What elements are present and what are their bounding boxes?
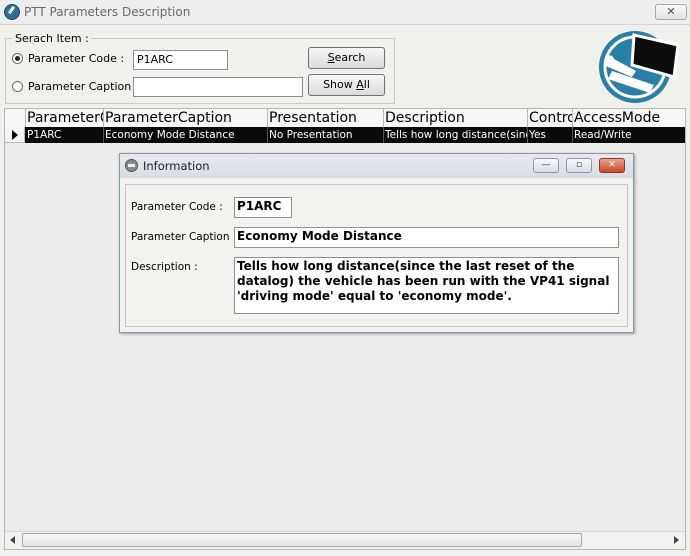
column-header[interactable]: Presentation <box>268 109 384 127</box>
row-pointer-icon <box>5 127 25 143</box>
dialog-body: Parameter Code : P1ARC Parameter Caption… <box>125 184 628 327</box>
param-caption-label: Parameter Caption : <box>28 80 139 93</box>
scroll-right-icon[interactable] <box>669 534 682 547</box>
param-code-label: Parameter Code : <box>28 52 125 65</box>
horizontal-scrollbar[interactable] <box>5 531 685 549</box>
search-group-legend: Serach Item : <box>13 32 91 45</box>
scroll-thumb[interactable] <box>22 533 582 547</box>
wrench-laptop-icon <box>599 31 680 103</box>
column-header[interactable]: ParameterCode <box>26 109 104 127</box>
information-dialog: Information — ▫ ✕ Parameter Code : P1ARC… <box>119 153 634 333</box>
title-bar: PTT Parameters Description ✕ <box>0 0 690 25</box>
dialog-code-label: Parameter Code : <box>131 201 223 213</box>
show-all-button-prefix: Show <box>323 78 357 91</box>
dialog-close-button[interactable]: ✕ <box>599 158 625 173</box>
maximize-button[interactable]: ▫ <box>566 158 592 173</box>
dialog-description-field[interactable]: Tells how long distance(since the last r… <box>234 257 619 314</box>
param-code-radio[interactable] <box>12 53 23 64</box>
header-corner <box>5 109 26 127</box>
dialog-title: Information <box>143 159 210 173</box>
cell-control[interactable]: Yes <box>528 127 573 143</box>
minimize-button[interactable]: — <box>533 158 559 173</box>
dialog-description-label: Description : <box>131 261 198 273</box>
column-header[interactable]: AccessMode <box>573 109 685 127</box>
scroll-left-icon[interactable] <box>7 534 20 547</box>
dialog-code-field[interactable]: P1ARC <box>234 197 292 218</box>
cell-description[interactable]: Tells how long distance(since the last r… <box>384 127 528 143</box>
param-caption-input[interactable] <box>133 77 303 97</box>
app-icon <box>4 4 20 20</box>
dialog-caption-field[interactable]: Economy Mode Distance <box>234 227 619 248</box>
dialog-title-bar: Information — ▫ ✕ <box>120 154 633 178</box>
column-header[interactable]: ParameterCaption <box>104 109 268 127</box>
table-row[interactable]: P1ARC Economy Mode Distance No Presentat… <box>5 127 685 143</box>
cell-access-mode[interactable]: Read/Write <box>573 127 685 143</box>
cell-parameter-caption[interactable]: Economy Mode Distance <box>104 127 268 143</box>
grid-header: ParameterCode ParameterCaption Presentat… <box>5 109 685 128</box>
cell-parameter-code[interactable]: P1ARC <box>26 127 104 143</box>
column-header[interactable]: Description <box>384 109 528 127</box>
window-title: PTT Parameters Description <box>24 5 191 19</box>
column-header[interactable]: Control <box>528 109 573 127</box>
search-button-hotkey: S <box>327 51 335 64</box>
search-button[interactable]: Search <box>308 47 385 69</box>
show-all-button[interactable]: Show All <box>308 74 385 96</box>
volvo-icon <box>125 159 138 172</box>
window-close-button[interactable]: ✕ <box>655 4 687 20</box>
search-button-label: earch <box>334 51 366 64</box>
param-code-input[interactable]: P1ARC <box>133 50 228 70</box>
dialog-caption-label: Parameter Caption : <box>131 231 237 243</box>
show-all-button-hotkey: A <box>356 78 364 91</box>
param-caption-radio[interactable] <box>12 81 23 92</box>
cell-presentation[interactable]: No Presentation <box>268 127 384 143</box>
show-all-button-rest: ll <box>363 78 370 91</box>
